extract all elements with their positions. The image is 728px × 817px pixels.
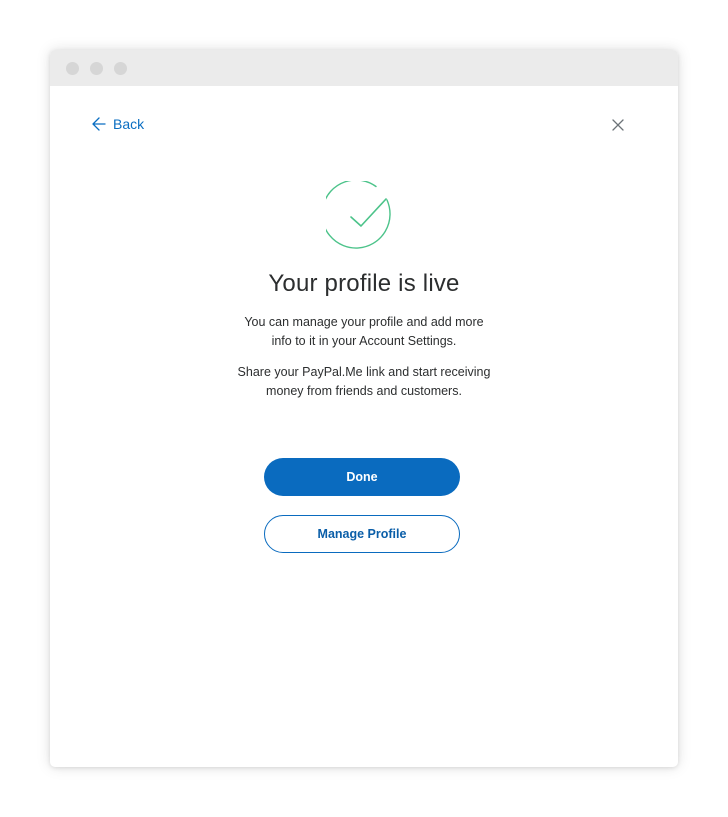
share-info-text: Share your PayPal.Me link and start rece…: [237, 365, 491, 398]
arrow-left-icon: [92, 117, 106, 131]
close-button[interactable]: [610, 117, 626, 133]
close-icon: [612, 119, 624, 131]
window-dot: [66, 62, 79, 75]
check-circle-icon: [326, 181, 391, 249]
window-dot: [90, 62, 103, 75]
back-link[interactable]: Back: [92, 114, 144, 134]
back-label: Back: [113, 116, 145, 132]
window-dot: [114, 62, 127, 75]
manage-info-text: You can manage your profile and add more…: [244, 315, 484, 348]
page-title: Your profile is live: [268, 270, 460, 297]
manage-profile-button[interactable]: Manage Profile: [264, 515, 460, 553]
window-titlebar: [50, 50, 678, 86]
done-button[interactable]: Done: [264, 458, 460, 496]
browser-window: Back Your profile is live You can manage…: [50, 50, 678, 767]
